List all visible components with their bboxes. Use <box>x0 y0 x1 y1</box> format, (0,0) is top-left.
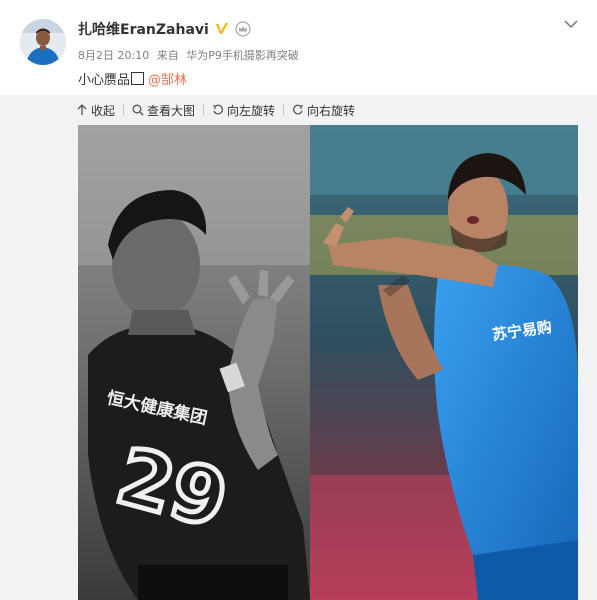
rotate-left-icon <box>212 104 224 115</box>
view-large-button[interactable]: 查看大图 <box>132 102 195 119</box>
toolbar-divider <box>283 104 285 116</box>
post-text: 小心赝品 @郜林 <box>78 69 187 88</box>
rotate-right-icon <box>293 104 304 115</box>
post-meta: 8月2日 20:10 来自 华为P9手机摄影再突破 <box>78 47 303 63</box>
post-device[interactable]: 华为P9手机摄影再突破 <box>186 49 299 62</box>
post-header: 扎哈维EranZahavi 8月2日 20:10 来自 华为P9手机摄影再突破 … <box>0 0 597 95</box>
magnifier-icon <box>132 104 144 116</box>
left-photo-half: 恒大健康集团 29 <box>78 125 310 600</box>
media-panel: 收起 查看大图 向左旋转 向右旋转 恒大健康集团 29 苏宁易购 <box>0 95 597 600</box>
post-content: 小心赝品 <box>78 73 131 88</box>
mention-link[interactable]: @郜林 <box>148 73 187 88</box>
author-name[interactable]: 扎哈维EranZahavi <box>78 19 251 39</box>
rotate-left-button[interactable]: 向左旋转 <box>212 102 275 119</box>
rotate-right-button[interactable]: 向右旋转 <box>292 102 355 119</box>
image-toolbar: 收起 查看大图 向左旋转 向右旋转 <box>76 95 355 125</box>
arrow-up-icon <box>77 104 87 115</box>
toolbar-divider <box>203 104 205 116</box>
emoji-placeholder-icon <box>131 72 145 85</box>
avatar[interactable] <box>20 19 66 65</box>
toolbar-divider <box>123 104 125 116</box>
view-large-label: 查看大图 <box>147 103 196 118</box>
verified-badge-icon <box>214 21 230 37</box>
right-photo-half: 苏宁易购 <box>310 125 578 600</box>
collapse-label: 收起 <box>91 103 116 118</box>
post-date[interactable]: 8月2日 20:10 <box>78 49 149 62</box>
crown-icon[interactable] <box>235 21 251 37</box>
rotate-left-label: 向左旋转 <box>227 103 276 118</box>
rotate-right-label: 向右旋转 <box>307 103 356 118</box>
collapse-button[interactable]: 收起 <box>76 102 115 119</box>
chevron-down-icon[interactable] <box>563 16 579 30</box>
post-from-label: 来自 <box>156 49 179 62</box>
author-name-text[interactable]: 扎哈维EranZahavi <box>78 19 209 39</box>
post-image[interactable]: 恒大健康集团 29 苏宁易购 <box>78 125 578 600</box>
